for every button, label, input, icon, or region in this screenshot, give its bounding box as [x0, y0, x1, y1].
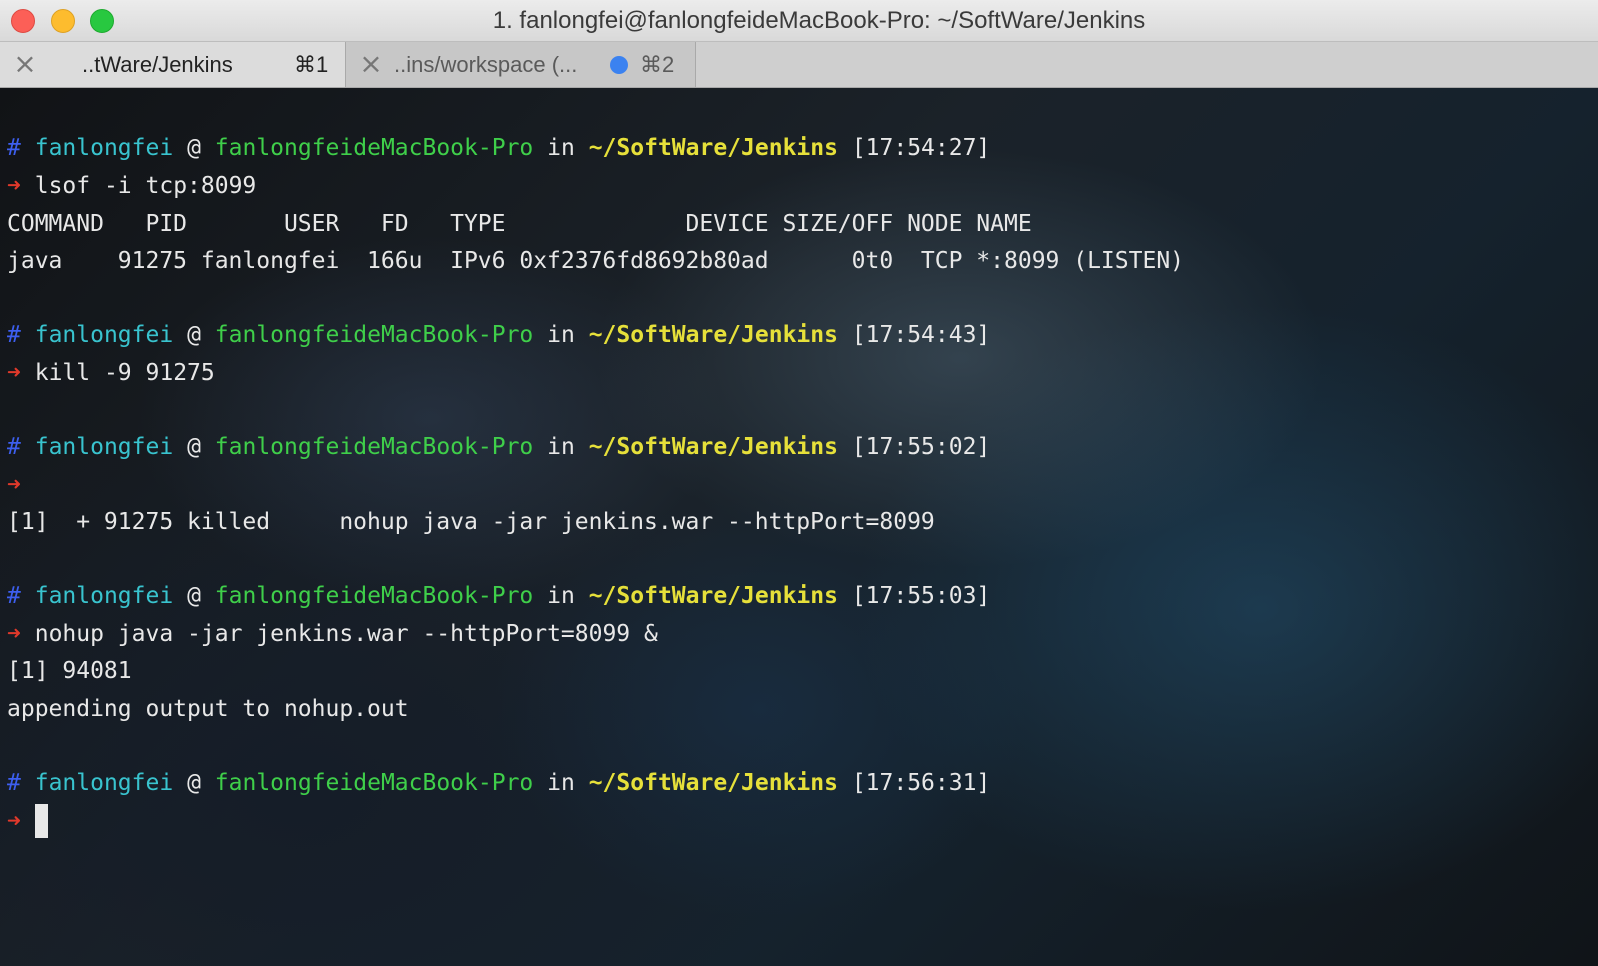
prompt-time: [17:54:27] — [851, 135, 991, 161]
tab-label: ..tWare/Jenkins — [82, 52, 233, 77]
prompt-user: fanlongfei — [34, 583, 174, 609]
command-text: kill -9 91275 — [34, 360, 215, 386]
terminal-output[interactable]: # fanlongfei @ fanlongfeideMacBook-Pro i… — [0, 88, 1598, 966]
prompt-hash: # — [7, 770, 21, 796]
activity-dot-icon — [610, 56, 628, 74]
window-title: 1. fanlongfei@fanlongfeideMacBook-Pro: ~… — [492, 7, 1146, 34]
prompt-path: ~/SoftWare/Jenkins — [588, 434, 838, 460]
tab-jenkins[interactable]: × ..tWare/Jenkins ⌘1 — [0, 42, 346, 87]
tab-label: ..ins/workspace (... — [394, 52, 578, 77]
prompt-host: fanlongfeideMacBook-Pro — [214, 434, 534, 460]
prompt-at: @ — [187, 434, 201, 460]
command-line: ➜ nohup java -jar jenkins.war --httpPort… — [7, 619, 658, 649]
prompt-user: fanlongfei — [34, 322, 174, 348]
prompt-time: [17:55:03] — [851, 583, 991, 609]
prompt-path: ~/SoftWare/Jenkins — [588, 583, 838, 609]
prompt-user: fanlongfei — [34, 135, 174, 161]
prompt-in: in — [547, 770, 575, 796]
prompt-in: in — [547, 583, 575, 609]
prompt-host: fanlongfeideMacBook-Pro — [214, 322, 534, 348]
prompt-path: ~/SoftWare/Jenkins — [588, 322, 838, 348]
command-line: ➜ kill -9 91275 — [7, 358, 215, 388]
prompt-at: @ — [187, 770, 201, 796]
prompt-line: # fanlongfei @ fanlongfeideMacBook-Pro i… — [7, 581, 990, 611]
close-icon[interactable]: × — [358, 50, 384, 78]
tab-workspace[interactable]: × ..ins/workspace (... ⌘2 — [346, 42, 696, 87]
prompt-arrow-icon: ➜ — [7, 360, 21, 386]
tab-shortcut: ⌘2 — [640, 52, 675, 77]
prompt-line: # fanlongfei @ fanlongfeideMacBook-Pro i… — [7, 320, 990, 350]
close-icon[interactable]: × — [12, 50, 38, 78]
prompt-time: [17:54:43] — [851, 322, 991, 348]
output-line: [1] 94081 — [7, 658, 132, 684]
prompt-hash: # — [7, 322, 21, 348]
output-line: COMMAND PID USER FD TYPE DEVICE SIZE/OFF… — [7, 211, 1032, 237]
prompt-arrow-icon: ➜ — [7, 173, 21, 199]
title-bar[interactable]: 1. fanlongfei@fanlongfeideMacBook-Pro: ~… — [0, 0, 1598, 42]
output-line: appending output to nohup.out — [7, 696, 409, 722]
terminal-window: 1. fanlongfei@fanlongfeideMacBook-Pro: ~… — [0, 0, 1598, 966]
prompt-line: # fanlongfei @ fanlongfeideMacBook-Pro i… — [7, 432, 990, 462]
prompt-at: @ — [187, 322, 201, 348]
prompt-user: fanlongfei — [34, 770, 174, 796]
prompt-hash: # — [7, 135, 21, 161]
prompt-at: @ — [187, 583, 201, 609]
command-line: ➜ lsof -i tcp:8099 — [7, 171, 256, 201]
command-text: lsof -i tcp:8099 — [34, 173, 257, 199]
tab-shortcut: ⌘1 — [294, 52, 329, 77]
output-line: [1] + 91275 killed nohup java -jar jenki… — [7, 509, 935, 535]
text-cursor[interactable] — [34, 804, 48, 838]
output-line: java 91275 fanlongfei 166u IPv6 0xf2376f… — [7, 248, 1185, 274]
prompt-host: fanlongfeideMacBook-Pro — [214, 135, 534, 161]
prompt-arrow-icon: ➜ — [7, 808, 21, 835]
prompt-line: # fanlongfei @ fanlongfeideMacBook-Pro i… — [7, 133, 990, 163]
command-line[interactable]: ➜ — [7, 804, 48, 838]
prompt-time: [17:55:02] — [851, 434, 991, 460]
prompt-in: in — [547, 135, 575, 161]
prompt-arrow-icon: ➜ — [7, 472, 21, 498]
prompt-at: @ — [187, 135, 201, 161]
tab-bar: × ..tWare/Jenkins ⌘1 × ..ins/workspace (… — [0, 42, 1598, 88]
prompt-path: ~/SoftWare/Jenkins — [588, 135, 838, 161]
prompt-host: fanlongfeideMacBook-Pro — [214, 770, 534, 796]
prompt-path: ~/SoftWare/Jenkins — [588, 770, 838, 796]
prompt-in: in — [547, 434, 575, 460]
prompt-in: in — [547, 322, 575, 348]
prompt-user: fanlongfei — [34, 434, 174, 460]
prompt-hash: # — [7, 583, 21, 609]
prompt-hash: # — [7, 434, 21, 460]
command-text: nohup java -jar jenkins.war --httpPort=8… — [34, 621, 658, 647]
command-line: ➜ — [7, 470, 21, 500]
prompt-arrow-icon: ➜ — [7, 621, 21, 647]
prompt-host: fanlongfeideMacBook-Pro — [214, 583, 534, 609]
prompt-time: [17:56:31] — [851, 770, 991, 796]
prompt-line: # fanlongfei @ fanlongfeideMacBook-Pro i… — [7, 768, 990, 798]
